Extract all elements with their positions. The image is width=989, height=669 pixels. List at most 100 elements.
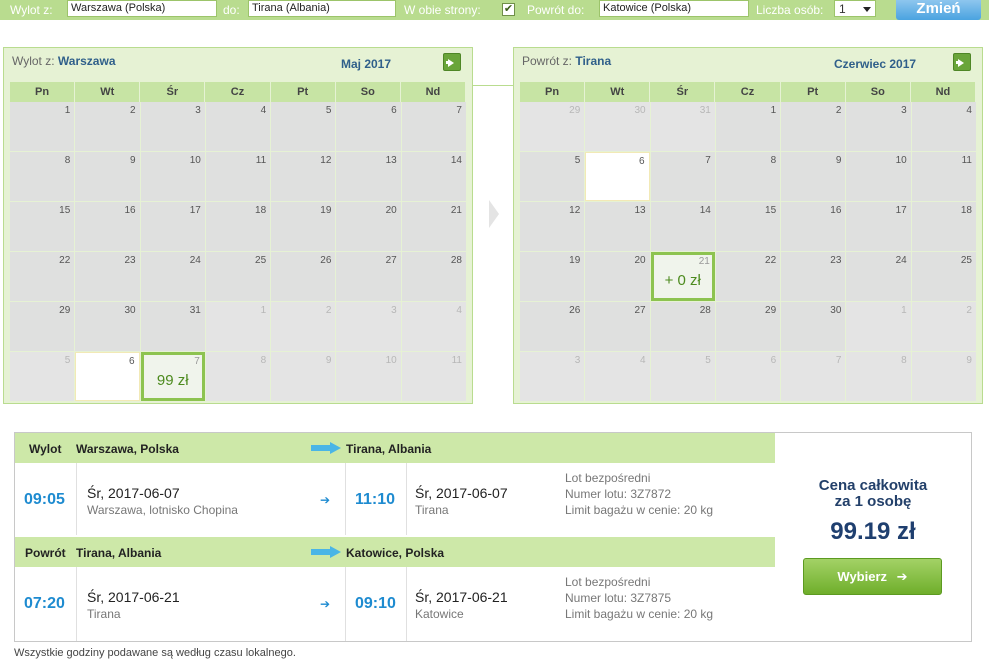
day-cell[interactable]: 25 [911,252,976,301]
return-leg-row: 07:20 Śr, 2017-06-21 Tirana ➔ 09:10 Śr, … [15,567,775,641]
day-cell[interactable]: 31 [140,302,205,351]
day-cell[interactable]: 29 [715,302,781,351]
day-cell[interactable]: 7 [401,102,466,151]
day-cell[interactable]: 2 [781,102,846,151]
day-cell[interactable]: 16 [781,202,846,251]
to-input[interactable]: Tirana (Albania) [248,0,396,17]
day-cell[interactable]: 15 [10,202,75,251]
day-cell[interactable]: 26 [520,302,585,351]
day-cell[interactable]: 14 [401,152,466,201]
day-cell[interactable]: 20 [585,252,650,301]
day-cell[interactable]: 4 [911,102,976,151]
day-cell[interactable]: 8 [715,152,781,201]
day-cell[interactable]: 4 [205,102,271,151]
day-cell[interactable]: 12 [520,202,585,251]
day-cell[interactable]: 30 [781,302,846,351]
day-cell[interactable]: 13 [336,152,401,201]
day-cell[interactable]: 18 [205,202,271,251]
from-label: Wylot z: [10,3,53,17]
day-cell[interactable]: 21 [401,202,466,251]
return-input[interactable]: Katowice (Polska) [599,0,749,17]
day-cell[interactable]: 5 [520,152,585,201]
day-cell[interactable]: 15 [715,202,781,251]
day-number: 5 [705,355,711,366]
flight-number: Numer lotu: 3Z7875 [565,591,672,605]
day-price: 99 zł [156,372,189,389]
selected-day-cell[interactable]: 21 + 0 zł [650,252,715,301]
day-cell[interactable]: 1 [10,102,75,151]
selected-day-cell[interactable]: 7 99 zł [140,352,205,401]
day-number: 20 [634,255,646,266]
day-cell[interactable]: 28 [401,252,466,301]
day-cell[interactable]: 14 [650,202,715,251]
day-cell[interactable]: 18 [911,202,976,251]
outbound-calendar: Wylot z: Warszawa Maj 2017 Pn Wt Śr Cz Pt So N… [3,47,473,404]
day-cell[interactable]: 27 [585,302,650,351]
day-cell[interactable]: 17 [140,202,205,251]
weekday-label: Wt [75,82,141,102]
day-cell[interactable]: 23 [75,252,140,301]
divider [76,463,77,535]
total-price-amount: 99.19 zł [830,518,916,545]
day-number: 17 [189,205,201,216]
day-number: 23 [124,255,136,266]
day-cell[interactable]: 17 [846,202,911,251]
day-cell[interactable]: 23 [781,252,846,301]
day-cell[interactable]: 13 [585,202,650,251]
choose-button[interactable]: Wybierz ➔ [803,558,942,595]
day-cell[interactable]: 28 [650,302,715,351]
day-cell[interactable]: 26 [271,252,336,301]
day-cell[interactable]: 20 [336,202,401,251]
day-number: 29 [569,105,581,116]
day-cell: 8 [205,352,271,401]
next-month-arrow-icon[interactable] [443,53,461,71]
day-cell[interactable]: 30 [75,302,140,351]
day-cell[interactable]: 24 [140,252,205,301]
day-cell[interactable]: 11 [205,152,271,201]
change-button[interactable]: Zmień [896,0,981,20]
day-number: 4 [640,355,646,366]
day-cell[interactable]: 22 [715,252,781,301]
next-month-arrow-icon[interactable] [953,53,971,71]
day-cell[interactable]: 24 [846,252,911,301]
day-cell[interactable]: 5 [271,102,336,151]
day-cell: 31 [650,102,715,151]
day-number: 23 [830,255,842,266]
day-cell[interactable]: 19 [271,202,336,251]
day-cell[interactable]: 25 [205,252,271,301]
day-cell[interactable]: 3 [140,102,205,151]
day-cell[interactable]: 27 [336,252,401,301]
day-cell: 30 [585,102,650,151]
day-cell[interactable]: 29 [10,302,75,351]
day-number: 8 [770,155,777,166]
pax-select[interactable]: 1 [834,0,876,17]
from-input[interactable]: Warszawa (Polska) [67,0,217,17]
day-cell[interactable]: 12 [271,152,336,201]
return-flight-info: Lot bezpośredni Numer lotu: 3Z7875 Limit… [565,574,713,622]
day-cell[interactable]: 9 [781,152,846,201]
day-number: 13 [634,205,646,216]
weekday-label: Pn [10,82,76,102]
day-cell[interactable]: 3 [846,102,911,151]
day-cell[interactable]: 8 [10,152,75,201]
day-cell[interactable]: 10 [140,152,205,201]
day-cell[interactable]: 11 [911,152,976,201]
day-cell[interactable]: 9 [75,152,140,201]
day-number: 3 [195,105,201,116]
day-cell[interactable]: 2 [75,102,140,151]
day-cell[interactable]: 6 [336,102,401,151]
day-cell[interactable]: 7 [650,152,715,201]
roundtrip-checkbox[interactable]: ✔ [502,3,515,16]
day-cell[interactable]: 19 [520,252,585,301]
flight-number: Numer lotu: 3Z7872 [565,487,672,501]
weekday-label: Pt [781,82,846,102]
day-number: 30 [124,305,136,316]
day-number: 24 [189,255,201,266]
outbound-dep-date: Śr, 2017-06-07 [87,485,180,501]
day-number: 16 [124,205,136,216]
day-cell[interactable]: 1 [715,102,781,151]
day-cell[interactable]: 16 [75,202,140,251]
day-cell[interactable]: 10 [846,152,911,201]
day-cell[interactable]: 22 [10,252,75,301]
divider [345,463,346,535]
